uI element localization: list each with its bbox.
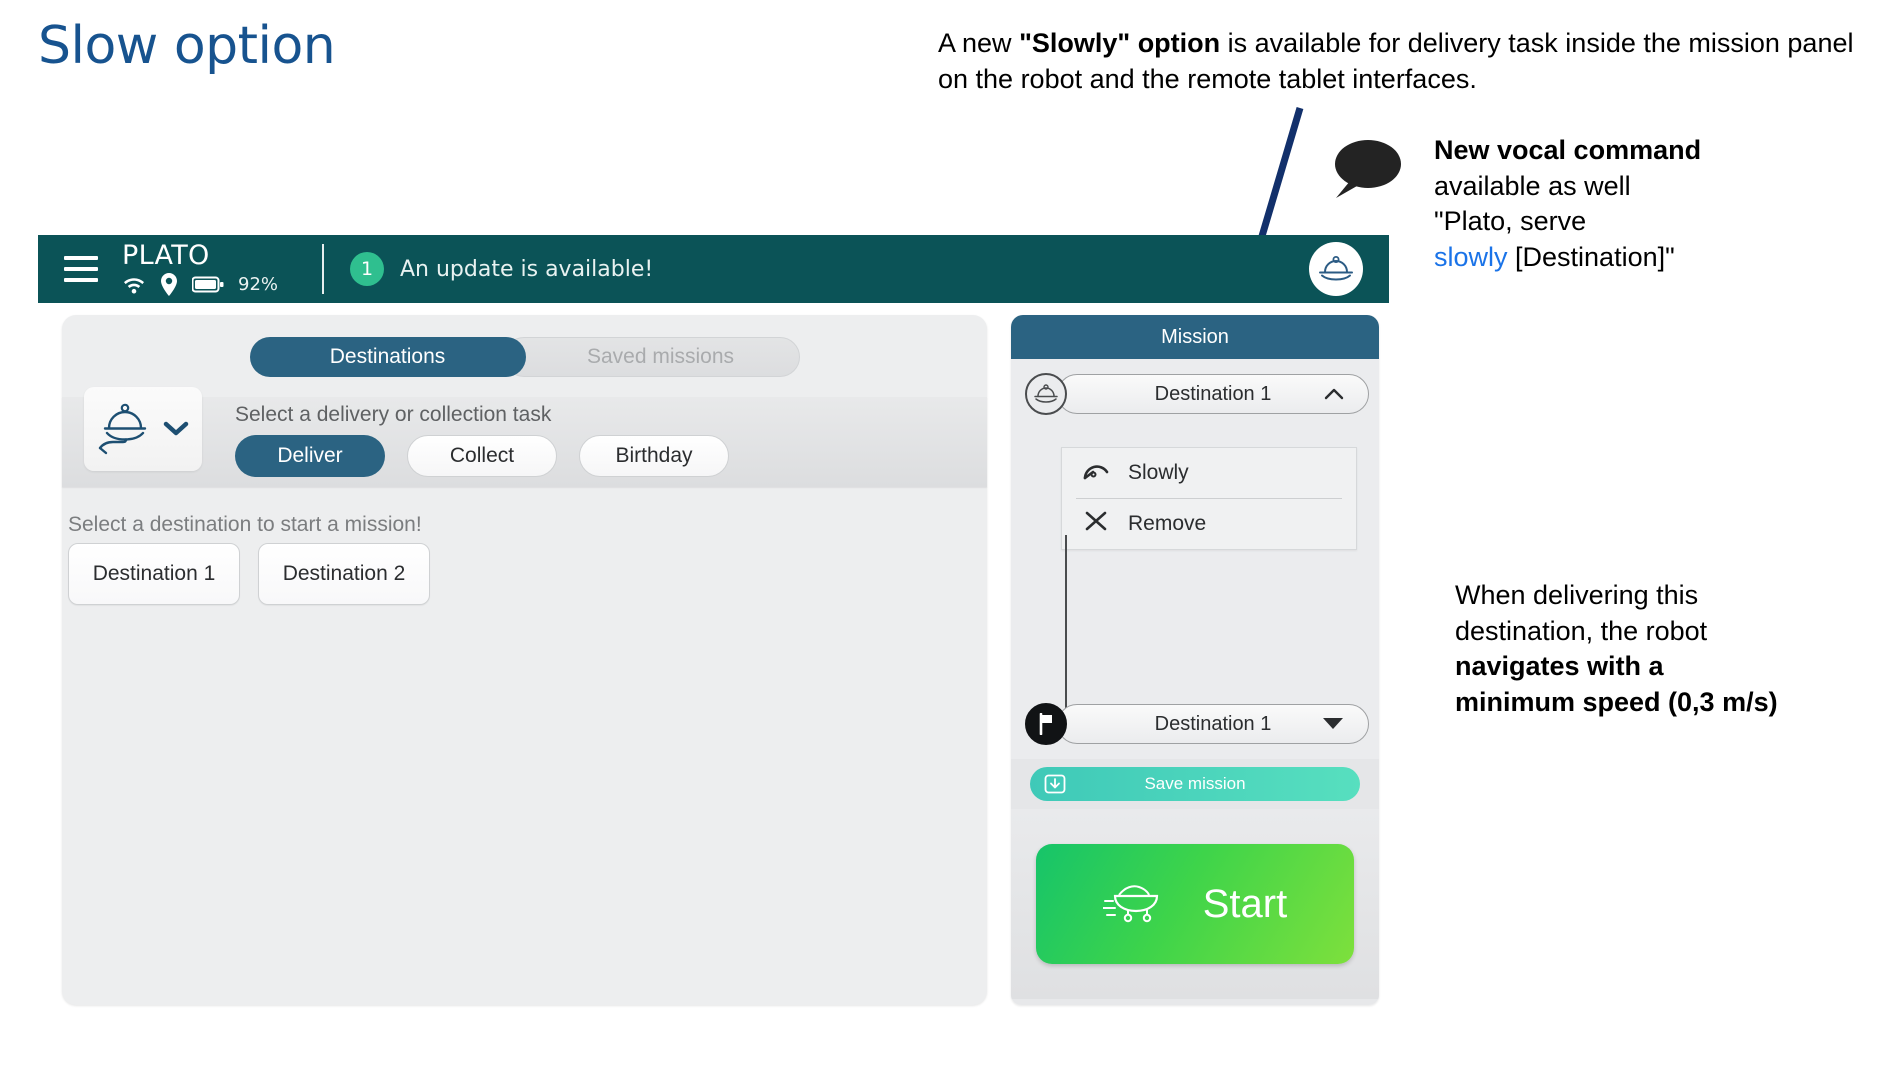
top-annotation: A new "Slowly" option is available for d… — [938, 26, 1868, 97]
speedometer-icon — [1082, 459, 1110, 487]
chevron-down-icon[interactable] — [1322, 714, 1344, 735]
location-pin-icon — [160, 272, 178, 296]
start-button[interactable]: Start — [1036, 844, 1354, 964]
mission-end-node-pill[interactable]: Destination 1 — [1057, 704, 1369, 744]
submenu-item-remove[interactable]: Remove — [1062, 499, 1356, 549]
save-mission-label: Save mission — [1144, 774, 1246, 793]
brand-block: PLATO 92% — [122, 240, 310, 296]
bottom-note-line4: minimum speed (0,3 m/s) — [1455, 686, 1778, 717]
bottom-note-line1: When delivering this — [1455, 580, 1699, 610]
task-option-birthday[interactable]: Birthday — [579, 435, 729, 477]
status-row: 92% — [122, 272, 310, 296]
speech-bubble-icon — [1330, 138, 1402, 200]
battery-level: 92% — [238, 273, 279, 295]
mission-node-submenu: Slowly Remove — [1061, 447, 1357, 550]
submenu-item-slowly-label: Slowly — [1128, 461, 1189, 484]
start-button-label: Start — [1202, 881, 1288, 926]
vocal-note-line1: New vocal command — [1434, 135, 1702, 165]
app-header: PLATO 92% 1 An update is available! — [38, 235, 1389, 303]
vocal-command-annotation: New vocal command available as well "Pla… — [1434, 133, 1854, 276]
top-annotation-bold: "Slowly" option — [1019, 28, 1221, 58]
bottom-note-line3: navigates with a — [1455, 651, 1664, 682]
mission-panel: Mission Destination 1 Slowly Remove Dest… — [1011, 315, 1379, 1005]
destination-button-2[interactable]: Destination 2 — [258, 543, 430, 605]
mission-end-node-label: Destination 1 — [1154, 712, 1272, 735]
slide-root: Slow option A new "Slowly" option is ava… — [0, 0, 1898, 1078]
tab-destinations[interactable]: Destinations — [249, 337, 526, 377]
tab-saved-missions[interactable]: Saved missions — [503, 337, 800, 377]
tab-bar: Saved missions Destinations — [249, 337, 800, 377]
destinations-panel: Saved missions Destinations Select a del… — [62, 315, 987, 1005]
mission-start-node-label: Destination 1 — [1154, 382, 1272, 405]
chevron-up-icon[interactable] — [1324, 384, 1344, 405]
food-cart-icon — [1101, 873, 1169, 935]
vocal-note-line4: slowly [Destination]" — [1434, 240, 1854, 276]
mission-end-node-row: Destination 1 — [1011, 689, 1379, 745]
save-mission-strip: Save mission — [1011, 759, 1379, 809]
battery-icon — [192, 276, 224, 293]
destination-button-row: Destination 1 Destination 2 — [68, 543, 430, 605]
page-title: Slow option — [38, 16, 336, 76]
top-annotation-prefix: A new — [938, 28, 1020, 58]
serving-tray-node-icon — [1025, 373, 1067, 415]
mission-end-node: Destination 1 — [1011, 689, 1379, 745]
task-options: Deliver Collect Birthday — [235, 435, 729, 477]
vocal-note-line3: "Plato, serve — [1434, 206, 1587, 237]
task-option-collect[interactable]: Collect — [407, 435, 557, 477]
destination-button-1[interactable]: Destination 1 — [68, 543, 240, 605]
chevron-down-icon — [163, 421, 189, 436]
start-strip: Start — [1011, 809, 1379, 999]
hand-serving-tray-icon[interactable] — [84, 387, 202, 471]
vocal-note-keyword: slowly — [1434, 241, 1508, 272]
hamburger-menu-icon[interactable] — [64, 256, 98, 282]
bottom-note-line2: destination, the robot — [1455, 615, 1708, 646]
submenu-item-remove-label: Remove — [1128, 512, 1207, 535]
update-count-badge: 1 — [350, 252, 384, 286]
mission-panel-title: Mission — [1011, 315, 1379, 359]
serving-tray-icon[interactable] — [1309, 242, 1363, 296]
vocal-note-line4-rest: [Destination]" — [1507, 241, 1675, 272]
mission-body: Destination 1 Slowly Remove Destination … — [1011, 359, 1379, 759]
download-icon — [1044, 773, 1066, 795]
app-body: Saved missions Destinations Select a del… — [38, 303, 1389, 1025]
submenu-item-slowly[interactable]: Slowly — [1062, 448, 1356, 498]
mission-start-node: Destination 1 — [1011, 359, 1379, 415]
mission-start-node-pill[interactable]: Destination 1 — [1057, 374, 1369, 414]
header-divider — [322, 244, 324, 294]
vocal-note-line2: available as well — [1434, 170, 1631, 201]
update-message[interactable]: An update is available! — [400, 257, 653, 282]
task-selector-card: Select a delivery or collection task Del… — [62, 387, 987, 487]
destination-hint: Select a destination to start a mission! — [68, 513, 422, 536]
wifi-icon — [122, 275, 146, 294]
bottom-annotation: When delivering this destination, the ro… — [1455, 578, 1875, 721]
task-selector-label: Select a delivery or collection task — [235, 403, 552, 426]
save-mission-button[interactable]: Save mission — [1030, 767, 1360, 801]
tablet-app: PLATO 92% 1 An update is available! Save… — [38, 235, 1389, 1025]
app-brand-title: PLATO — [122, 240, 210, 272]
flag-icon — [1025, 703, 1067, 745]
close-x-icon — [1082, 510, 1110, 538]
task-option-deliver[interactable]: Deliver — [235, 435, 385, 477]
